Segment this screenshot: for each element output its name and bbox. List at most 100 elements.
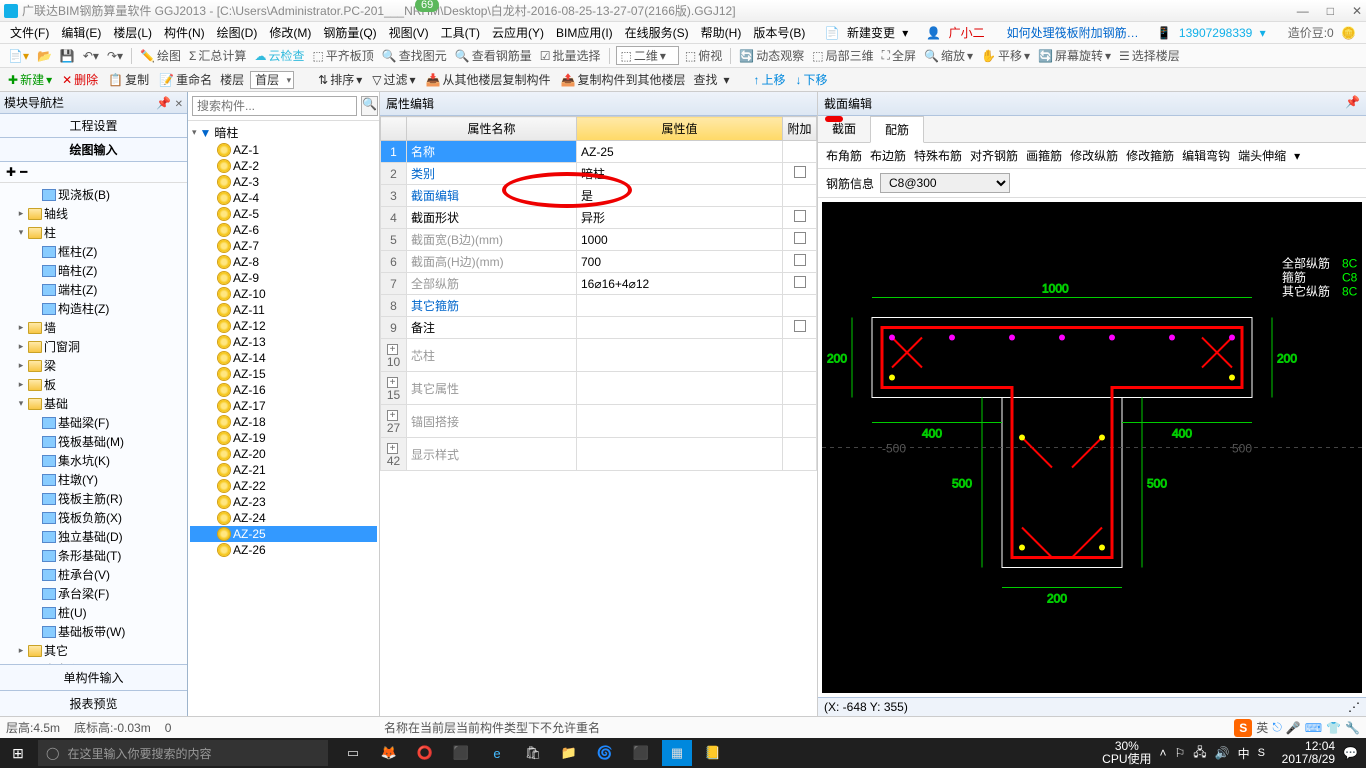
- tree-node[interactable]: 现浇板(B): [2, 185, 185, 204]
- edit-hook-button[interactable]: 编辑弯钩: [1182, 147, 1230, 164]
- list-item[interactable]: AZ-2: [190, 158, 377, 174]
- list-item[interactable]: AZ-6: [190, 222, 377, 238]
- find-element-button[interactable]: 🔍 查找图元: [380, 46, 449, 65]
- menu-version[interactable]: 版本号(B): [749, 22, 809, 43]
- list-item[interactable]: AZ-11: [190, 302, 377, 318]
- list-item[interactable]: AZ-17: [190, 398, 377, 414]
- taskbar-app-2[interactable]: ⭕: [410, 740, 440, 766]
- list-root[interactable]: ▾ ▼ 暗柱: [190, 123, 377, 142]
- tree-node[interactable]: ▸梁: [2, 356, 185, 375]
- tree-node[interactable]: 筏板主筋(R): [2, 489, 185, 508]
- tray-ext-icon[interactable]: ⎋: [1272, 720, 1282, 735]
- tree-node[interactable]: 承台梁(F): [2, 584, 185, 603]
- rotate-button[interactable]: 🔄 屏幕旋转 ▾: [1036, 46, 1113, 65]
- search-input[interactable]: [192, 96, 357, 116]
- tree-node[interactable]: ▸板: [2, 375, 185, 394]
- fullscreen-button[interactable]: ⛶ 全屏: [880, 46, 918, 65]
- tray-tool-icon[interactable]: 🔧: [1345, 721, 1360, 735]
- tree-node[interactable]: 筏板基础(M): [2, 432, 185, 451]
- tree-node[interactable]: 基础梁(F): [2, 413, 185, 432]
- property-row[interactable]: 4截面形状异形: [381, 207, 817, 229]
- list-item[interactable]: AZ-9: [190, 270, 377, 286]
- menu-bim[interactable]: BIM应用(I): [552, 22, 617, 43]
- tree-node[interactable]: 基础板带(W): [2, 622, 185, 641]
- floor-select[interactable]: 首层: [250, 71, 294, 89]
- property-row[interactable]: +27锚固搭接: [381, 405, 817, 438]
- property-row[interactable]: 5截面宽(B边)(mm)1000: [381, 229, 817, 251]
- tray-keyboard-icon[interactable]: ⌨: [1305, 721, 1322, 735]
- open-button[interactable]: 📂: [35, 48, 54, 64]
- taskbar-app-3[interactable]: ⬛: [446, 740, 476, 766]
- property-row[interactable]: +10芯柱: [381, 339, 817, 372]
- component-type-tree[interactable]: 现浇板(B)▸轴线▾柱框柱(Z)暗柱(Z)端柱(Z)构造柱(Z)▸墙▸门窗洞▸梁…: [0, 183, 187, 664]
- expand-icon[interactable]: ✚: [6, 165, 16, 179]
- section-canvas[interactable]: 1000 200 200 400 400 500 500 200 -500 50…: [822, 202, 1362, 693]
- tree-node[interactable]: ▸墙: [2, 318, 185, 337]
- tree-node[interactable]: 集水坑(K): [2, 451, 185, 470]
- property-row[interactable]: 3截面编辑是: [381, 185, 817, 207]
- taskbar-app-6[interactable]: ▦: [662, 740, 692, 766]
- list-item[interactable]: AZ-24: [190, 510, 377, 526]
- minimize-button[interactable]: —: [1297, 4, 1309, 18]
- list-item[interactable]: AZ-12: [190, 318, 377, 334]
- taskbar-app-5[interactable]: ⬛: [626, 740, 656, 766]
- pin-icon[interactable]: 📌: [156, 96, 171, 110]
- menu-rebar[interactable]: 钢筋量(Q): [319, 22, 380, 43]
- end-extend-button[interactable]: 端头伸缩: [1238, 147, 1286, 164]
- tray-up-icon[interactable]: ˄: [1160, 746, 1167, 760]
- list-item[interactable]: AZ-7: [190, 238, 377, 254]
- batch-select-button[interactable]: ☑ 批量选择: [538, 46, 603, 65]
- collapse-icon[interactable]: ━: [20, 165, 27, 179]
- list-item[interactable]: AZ-16: [190, 382, 377, 398]
- menu-component[interactable]: 构件(N): [160, 22, 209, 43]
- property-row[interactable]: 1名称AZ-25: [381, 141, 817, 163]
- tray-ime-icon[interactable]: 中: [1238, 745, 1250, 762]
- tree-node[interactable]: ▸门窗洞: [2, 337, 185, 356]
- list-item[interactable]: AZ-19: [190, 430, 377, 446]
- property-row[interactable]: +42显示样式: [381, 438, 817, 471]
- start-button[interactable]: ⊞: [0, 745, 36, 762]
- property-row[interactable]: +15其它属性: [381, 372, 817, 405]
- list-item[interactable]: AZ-23: [190, 494, 377, 510]
- resize-grip-icon[interactable]: ⋰: [1348, 700, 1360, 714]
- align-top-button[interactable]: ⬚ 平齐板顶: [310, 46, 375, 65]
- property-row[interactable]: 6截面高(H边)(mm)700: [381, 251, 817, 273]
- more-icon[interactable]: ▾: [1294, 149, 1300, 163]
- new-component-button[interactable]: ✚ 新建 ▾: [6, 70, 54, 89]
- task-view-icon[interactable]: ▭: [338, 740, 368, 766]
- dynamic-view-button[interactable]: 🔄 动态观察: [737, 46, 806, 65]
- list-item[interactable]: AZ-22: [190, 478, 377, 494]
- copy-button[interactable]: 📋 复制: [106, 70, 151, 89]
- list-item[interactable]: AZ-13: [190, 334, 377, 350]
- current-user[interactable]: 👤 广小二: [922, 22, 992, 43]
- tray-clock[interactable]: 12:042017/8/29: [1282, 740, 1335, 766]
- save-button[interactable]: 💾: [58, 48, 77, 64]
- list-item[interactable]: AZ-1: [190, 142, 377, 158]
- tree-node[interactable]: ▾基础: [2, 394, 185, 413]
- tree-node[interactable]: 柱墩(Y): [2, 470, 185, 489]
- view-rebar-button[interactable]: 🔍 查看钢筋量: [453, 46, 534, 65]
- move-up-button[interactable]: ↑ 上移: [752, 70, 788, 89]
- list-item[interactable]: AZ-20: [190, 446, 377, 462]
- list-item[interactable]: AZ-25: [190, 526, 377, 542]
- taskbar-app-7[interactable]: 📒: [698, 740, 728, 766]
- edge-rebar-button[interactable]: 布边筋: [870, 147, 906, 164]
- tab-rebar[interactable]: 配筋: [870, 116, 924, 143]
- menu-help[interactable]: 帮助(H): [697, 22, 746, 43]
- menu-online[interactable]: 在线服务(S): [621, 22, 693, 43]
- property-row[interactable]: 9备注: [381, 317, 817, 339]
- list-item[interactable]: AZ-14: [190, 350, 377, 366]
- notifications-icon[interactable]: 💬: [1343, 746, 1358, 760]
- copy-to-floor-button[interactable]: 📤 复制构件到其他楼层: [559, 70, 688, 89]
- move-down-button[interactable]: ↓ 下移: [794, 70, 830, 89]
- report-preview-button[interactable]: 报表预览: [0, 690, 187, 716]
- tree-node[interactable]: 构造柱(Z): [2, 299, 185, 318]
- single-input-button[interactable]: 单构件输入: [0, 664, 187, 690]
- property-row[interactable]: 7全部纵筋16⌀16+4⌀12: [381, 273, 817, 295]
- corner-rebar-button[interactable]: 布角筋: [826, 147, 862, 164]
- sum-button[interactable]: Σ 汇总计算: [187, 46, 248, 65]
- top-view-button[interactable]: ⬚ 俯视: [683, 46, 724, 65]
- section-pin-icon[interactable]: 📌: [1345, 95, 1360, 112]
- tree-node[interactable]: ▾柱: [2, 223, 185, 242]
- taskbar-edge[interactable]: e: [482, 740, 512, 766]
